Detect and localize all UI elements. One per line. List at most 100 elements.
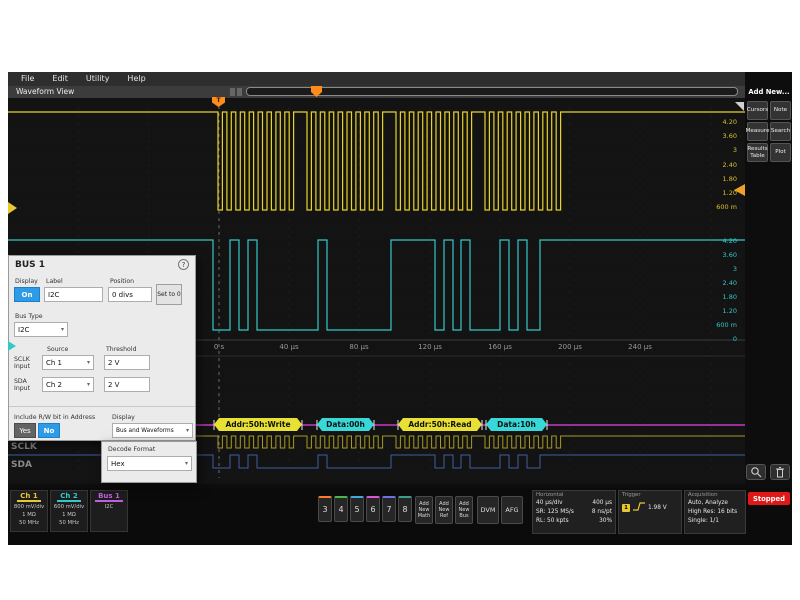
channel-badge-ch1[interactable]: Ch 1 800 mV/div 1 MΩ 50 MHz: [10, 490, 48, 532]
time-axis-label: 40 µs: [267, 343, 311, 351]
time-axis-label: 240 µs: [618, 343, 662, 351]
sda-source-dropdown[interactable]: Ch 2: [42, 377, 94, 392]
horizontal-scale: 40 µs/div: [536, 499, 563, 508]
sclk-source-dropdown[interactable]: Ch 1: [42, 355, 94, 370]
stopped-button[interactable]: Stopped: [748, 492, 790, 505]
channel-button-4[interactable]: 4: [334, 496, 348, 522]
ch1-scale-label: 3: [697, 146, 737, 154]
add-results-table-button[interactable]: Results Table: [747, 143, 768, 162]
view-label: Waveform View: [16, 87, 74, 96]
bus-decode-data: Data:10h: [486, 418, 547, 431]
sclk-input-label: SCLK Input: [14, 356, 40, 370]
add-note-button[interactable]: Note: [770, 101, 791, 120]
time-axis-label: 200 µs: [548, 343, 592, 351]
add-new-panel: Add New... CursorsNoteMeasureSearchResul…: [746, 72, 792, 484]
decode-format-label: Decode Format: [108, 446, 155, 453]
bus-type-label: Bus Type: [15, 313, 43, 320]
time-axis-label: 160 µs: [478, 343, 522, 351]
position-input[interactable]: 0 divs: [108, 287, 152, 302]
trigger-slope-icon: [633, 502, 645, 515]
channel-button-6[interactable]: 6: [366, 496, 380, 522]
slider-grip-icon[interactable]: [230, 88, 235, 96]
ch1-scale-label: 4.20: [697, 118, 737, 126]
acq-single: Single: 1/1: [688, 517, 719, 526]
menu-bar: FileEditUtilityHelp: [8, 72, 745, 86]
bus-type-dropdown[interactable]: I2C: [14, 322, 68, 337]
ch1-scale-label: 2.40: [697, 161, 737, 169]
add-new-bus-button[interactable]: AddNewBus: [455, 496, 473, 524]
ch1-scale-label: 1.20: [697, 189, 737, 197]
afg-button[interactable]: AFG: [501, 496, 523, 524]
trash-icon: [775, 466, 785, 478]
add-new-title: Add New...: [746, 88, 792, 96]
channel-badge-ch2[interactable]: Ch 2 600 mV/div 1 MΩ 50 MHz: [50, 490, 88, 532]
dialog-divider: [9, 406, 195, 407]
page: FileEditUtilityHelp Waveform View T 0 s4…: [0, 0, 800, 600]
ch2-scale-label: 600 m: [697, 321, 737, 329]
ch2-scale-label: 2.40: [697, 279, 737, 287]
trigger-panel[interactable]: Trigger 1 1.98 V: [618, 490, 682, 534]
display-mode-dropdown[interactable]: Bus and Waveforms: [112, 423, 193, 438]
bus-sclk-label: SCLK: [11, 442, 37, 452]
add-plot-button[interactable]: Plot: [770, 143, 791, 162]
dvm-button[interactable]: DVM: [477, 496, 499, 524]
acquisition-panel[interactable]: Acquisition Auto, Analyze High Res: 16 b…: [684, 490, 746, 534]
time-axis-label: 120 µs: [408, 343, 452, 351]
channel-button-7[interactable]: 7: [382, 496, 396, 522]
add-measure-button[interactable]: Measure: [747, 122, 768, 141]
ch1-position-marker-icon: [8, 202, 17, 214]
horizontal-pos: 30%: [599, 517, 612, 526]
channel-button-8[interactable]: 8: [398, 496, 412, 522]
acq-resolution: High Res: 16 bits: [688, 508, 737, 517]
ch2-scale-label: 1.80: [697, 293, 737, 301]
set-to-zero-button[interactable]: Set to 0: [156, 284, 182, 305]
ch2-scale-label: 4.20: [697, 237, 737, 245]
sclk-threshold-input[interactable]: 2 V: [104, 355, 150, 370]
bottom-bar: Ch 1 800 mV/div 1 MΩ 50 MHz Ch 2 600 mV/…: [8, 488, 792, 545]
slider-grip-icon[interactable]: [237, 88, 242, 96]
ch1-scale-label: 600 m: [697, 203, 737, 211]
corner-handle-icon: [735, 102, 744, 111]
oscilloscope-screen: FileEditUtilityHelp Waveform View T 0 s4…: [8, 72, 792, 545]
help-icon[interactable]: ?: [178, 259, 189, 270]
dialog-title: BUS 1: [15, 260, 45, 270]
ch2-scale-label: 0: [697, 335, 737, 343]
bus1-config-dialog: BUS 1 ? Display Label Position On I2C 0 …: [8, 255, 196, 441]
rw-yes-button[interactable]: Yes: [14, 423, 36, 438]
menu-help[interactable]: Help: [118, 72, 154, 86]
zoom-tool-button[interactable]: [746, 464, 766, 480]
bus-decode-addr: Addr:50h:Write: [214, 418, 302, 431]
rw-no-button[interactable]: No: [38, 423, 60, 438]
label-label: Label: [46, 278, 63, 285]
rw-bit-label: Include R/W bit in Address: [14, 414, 95, 421]
decode-format-dropdown[interactable]: Hex: [107, 456, 192, 471]
channel-button-5[interactable]: 5: [350, 496, 364, 522]
display-label: Display: [15, 278, 38, 285]
add-search-button[interactable]: Search: [770, 122, 791, 141]
horizontal-panel[interactable]: Horizontal 40 µs/div400 µs SR: 125 MS/s8…: [532, 490, 616, 534]
channel-button-3[interactable]: 3: [318, 496, 332, 522]
ch1-scale-label: 3.60: [697, 132, 737, 140]
bus-badge-bus1[interactable]: Bus 1 I2C: [90, 490, 128, 532]
record-length: RL: 50 kpts: [536, 517, 569, 526]
menu-edit[interactable]: Edit: [43, 72, 77, 86]
bus-label-input[interactable]: I2C: [44, 287, 103, 302]
time-axis-label: 80 µs: [337, 343, 381, 351]
bus-decode-addr: Addr:50h:Read: [398, 418, 482, 431]
trigger-level: 1.98 V: [648, 504, 667, 513]
add-new-ref-button[interactable]: AddNewRef: [435, 496, 453, 524]
trash-button[interactable]: [770, 464, 790, 480]
sample-res: 8 ns/pt: [592, 508, 612, 517]
menu-utility[interactable]: Utility: [77, 72, 119, 86]
add-cursors-button[interactable]: Cursors: [747, 101, 768, 120]
ch1-scale-label: 1.80: [697, 175, 737, 183]
decode-format-panel: Decode Format Hex: [101, 441, 197, 483]
sda-threshold-input[interactable]: 2 V: [104, 377, 150, 392]
add-new-math-button[interactable]: AddNewMath: [415, 496, 433, 524]
menu-file[interactable]: File: [12, 72, 43, 86]
display-on-button[interactable]: On: [14, 287, 40, 302]
position-label: Position: [110, 278, 134, 285]
horizontal-window: 400 µs: [592, 499, 612, 508]
ch2-scale-label: 3: [697, 265, 737, 273]
display-mode-label: Display: [112, 414, 135, 421]
